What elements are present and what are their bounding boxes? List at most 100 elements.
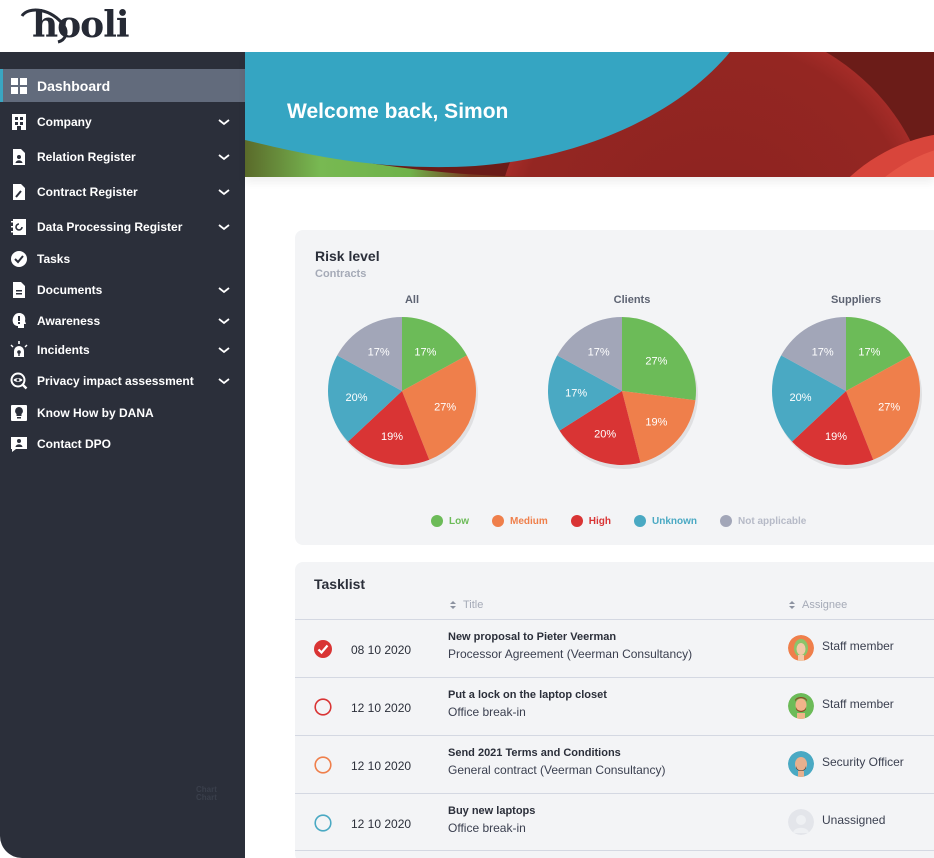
assignee-name: Staff member bbox=[822, 697, 894, 711]
pie-svg-clients: 27% 19% 20% 17% 17% bbox=[548, 317, 698, 469]
task-date: 12 10 2020 bbox=[351, 701, 412, 715]
sidebar-item-label: Awareness bbox=[37, 313, 101, 328]
sidebar-item-label: Data Processing Register bbox=[37, 219, 183, 234]
risk-legend: Low Medium High Unknown Not applicable bbox=[431, 515, 829, 527]
column-header-assignee[interactable]: Assignee bbox=[788, 599, 847, 611]
building-icon bbox=[10, 113, 28, 131]
open-circle-icon[interactable] bbox=[314, 698, 332, 716]
column-header-label: Title bbox=[463, 599, 484, 611]
task-date: 12 10 2020 bbox=[351, 817, 412, 831]
sort-icon bbox=[450, 601, 456, 609]
pie-title: All bbox=[404, 294, 420, 306]
task-title[interactable]: Put a lock on the laptop closet bbox=[448, 689, 607, 701]
task-title[interactable]: Buy new laptops bbox=[448, 805, 535, 817]
open-circle-icon[interactable] bbox=[314, 756, 332, 774]
sidebar-item-label: Contract Register bbox=[37, 184, 138, 199]
chart-watermark: Chart Chart bbox=[196, 786, 217, 802]
sidebar-item-label: Tasks bbox=[37, 252, 71, 266]
chevron-down-icon[interactable] bbox=[217, 185, 231, 199]
dashboard-grid-icon bbox=[10, 77, 28, 95]
sidebar-item-contract-register[interactable]: Contract Register bbox=[0, 174, 245, 209]
column-header-title[interactable]: Title bbox=[449, 599, 483, 611]
task-title[interactable]: New proposal to Pieter Veerman bbox=[448, 631, 616, 643]
pie-slice-label: 27% bbox=[645, 356, 667, 368]
task-date: 08 10 2020 bbox=[351, 643, 412, 657]
sidebar-item-documents[interactable]: Documents bbox=[0, 274, 245, 306]
chevron-down-icon[interactable] bbox=[217, 283, 231, 297]
contact-file-icon bbox=[10, 148, 28, 166]
welcome-banner: Welcome back, Simon bbox=[245, 52, 934, 177]
legend-label: Low bbox=[449, 515, 469, 527]
legend-dot bbox=[570, 515, 583, 527]
task-subtitle: General contract (Veerman Consultancy) bbox=[448, 763, 666, 777]
task-row[interactable]: 12 10 2020 Send 2021 Terms and Condition… bbox=[295, 735, 934, 793]
chevron-down-icon[interactable] bbox=[217, 343, 231, 357]
pie-slice-label: 27% bbox=[434, 402, 456, 414]
sidebar-item-tasks[interactable]: Tasks bbox=[0, 244, 245, 274]
legend-item-unknown[interactable]: Unknown bbox=[634, 515, 697, 527]
chevron-down-icon[interactable] bbox=[217, 150, 231, 164]
sidebar-item-relation-register[interactable]: Relation Register bbox=[0, 139, 245, 174]
legend-label: Medium bbox=[510, 515, 548, 527]
task-row[interactable]: 08 10 2020 New proposal to Pieter Veerma… bbox=[295, 619, 934, 677]
task-subtitle: Processor Agreement (Veerman Consultancy… bbox=[448, 647, 693, 661]
chevron-down-icon[interactable] bbox=[217, 220, 231, 234]
task-subtitle: Office break-in bbox=[448, 821, 526, 835]
pie-title: Clients bbox=[613, 294, 651, 306]
document-icon bbox=[10, 281, 28, 299]
column-header-label: Assignee bbox=[802, 599, 848, 611]
welcome-heading: Welcome back, Simon bbox=[287, 100, 509, 123]
contract-pen-icon bbox=[10, 183, 28, 201]
risk-level-card: Risk level Contracts All 17% 27% 19% 20% 17%… bbox=[295, 230, 934, 545]
task-row[interactable]: 12 10 2020 Buy new laptops Office break-… bbox=[295, 793, 934, 851]
legend-item-high[interactable]: High bbox=[570, 515, 611, 527]
sidebar-item-awareness[interactable]: Awareness bbox=[0, 306, 245, 335]
pie-slice-label: 19% bbox=[825, 431, 847, 443]
legend-item-not-applicable[interactable]: Not applicable bbox=[720, 515, 806, 527]
checked-circle-icon[interactable] bbox=[314, 640, 332, 658]
assignee-name: Security Officer bbox=[822, 755, 904, 769]
assignee-name: Staff member bbox=[822, 639, 894, 653]
sidebar-item-privacy-impact-assessment[interactable]: Privacy impact assessment bbox=[0, 365, 245, 397]
task-title[interactable]: Send 2021 Terms and Conditions bbox=[448, 747, 621, 759]
chevron-down-icon[interactable] bbox=[217, 314, 231, 328]
task-row[interactable]: 12 10 2020 Put a lock on the laptop clos… bbox=[295, 677, 934, 735]
legend-dot bbox=[634, 515, 646, 527]
avatar bbox=[788, 809, 814, 835]
sidebar-item-incidents[interactable]: Incidents bbox=[0, 335, 245, 365]
avatar-bald-man-icon bbox=[788, 751, 814, 777]
avatar-placeholder-icon bbox=[788, 809, 814, 835]
pie-slice-label: 20% bbox=[594, 429, 616, 441]
task-date: 12 10 2020 bbox=[351, 759, 412, 773]
open-circle-icon[interactable] bbox=[314, 814, 332, 832]
sidebar-item-label: Relation Register bbox=[37, 149, 136, 164]
avatar bbox=[788, 693, 814, 719]
pie-slice-label: 19% bbox=[645, 416, 667, 428]
alarm-light-icon bbox=[10, 341, 28, 359]
sidebar-item-company[interactable]: Company bbox=[0, 104, 245, 139]
pie-slice-label: 27% bbox=[878, 402, 900, 414]
legend-dot bbox=[720, 515, 732, 527]
eye-search-icon bbox=[10, 372, 28, 390]
task-subtitle: Office break-in bbox=[448, 705, 526, 719]
pie-slice-label: 17% bbox=[858, 347, 880, 359]
sidebar-item-know-how-by-dana[interactable]: Know How by DANA bbox=[0, 397, 245, 428]
logo-text: hooli bbox=[32, 4, 130, 46]
legend-item-low[interactable]: Low bbox=[431, 515, 469, 527]
legend-dot bbox=[431, 515, 443, 527]
sidebar: Dashboard Company Relation Register Cont… bbox=[0, 52, 245, 858]
pie-chart-suppliers: Suppliers 17% 27% 19% 20% 17% bbox=[766, 294, 934, 474]
chevron-down-icon[interactable] bbox=[217, 374, 231, 388]
hooli-logo[interactable]: hooli bbox=[18, 4, 138, 46]
sidebar-item-label: Know How by DANA bbox=[37, 405, 154, 420]
sidebar-item-data-processing-register[interactable]: Data Processing Register bbox=[0, 209, 245, 244]
sidebar-nav: Dashboard Company Relation Register Cont… bbox=[0, 69, 245, 459]
watermark-line: Chart bbox=[196, 793, 217, 802]
chevron-down-icon[interactable] bbox=[217, 115, 231, 129]
notebook-refresh-icon bbox=[10, 218, 28, 236]
sidebar-item-contact-dpo[interactable]: Contact DPO bbox=[0, 428, 245, 459]
legend-item-medium[interactable]: Medium bbox=[492, 515, 548, 527]
sidebar-item-dashboard[interactable]: Dashboard bbox=[0, 69, 245, 102]
pie-svg-suppliers: 17% 27% 19% 20% 17% bbox=[772, 317, 922, 469]
pie-slice-label: 17% bbox=[368, 347, 390, 359]
